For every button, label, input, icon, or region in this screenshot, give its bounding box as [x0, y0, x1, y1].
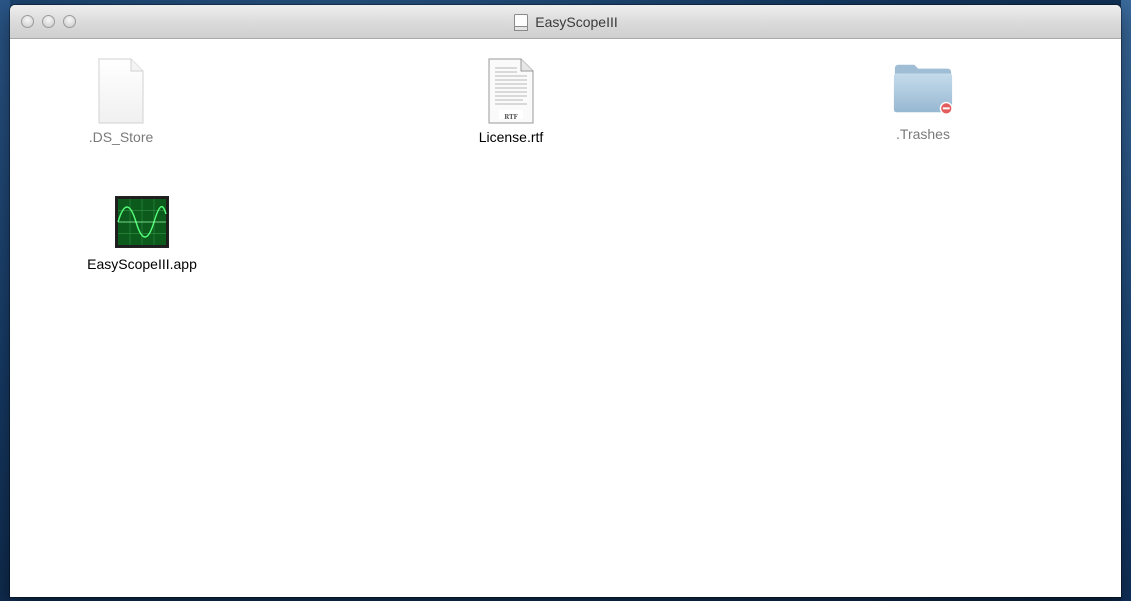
file-name-label: .DS_Store [88, 129, 154, 145]
file-item-easyscope-app[interactable]: EasyScopeIII.app [72, 194, 212, 272]
oscilloscope-app-icon [110, 194, 174, 250]
finder-window: EasyScopeIII .DS_Store RTF License.rtf .… [10, 5, 1121, 597]
file-item-trashes[interactable]: .Trashes [853, 56, 993, 142]
drive-icon [513, 13, 529, 31]
rtf-badge: RTF [504, 114, 518, 121]
file-name-label: License.rtf [478, 129, 544, 145]
desktop-background-right [1121, 0, 1131, 601]
window-title: EasyScopeIII [535, 14, 618, 30]
file-item-license-rtf[interactable]: RTF License.rtf [441, 58, 581, 145]
window-titlebar[interactable]: EasyScopeIII [10, 5, 1121, 39]
file-name-label: .Trashes [896, 126, 950, 142]
window-title-group: EasyScopeIII [10, 5, 1121, 39]
folder-restricted-icon [891, 56, 955, 120]
desktop-background-left [0, 0, 10, 601]
file-name-label: EasyScopeIII.app [87, 256, 197, 272]
file-item-ds-store[interactable]: .DS_Store [51, 58, 191, 145]
blank-document-icon [89, 58, 153, 124]
file-icon-view[interactable]: .DS_Store RTF License.rtf .Trashes EasyS… [10, 39, 1121, 597]
